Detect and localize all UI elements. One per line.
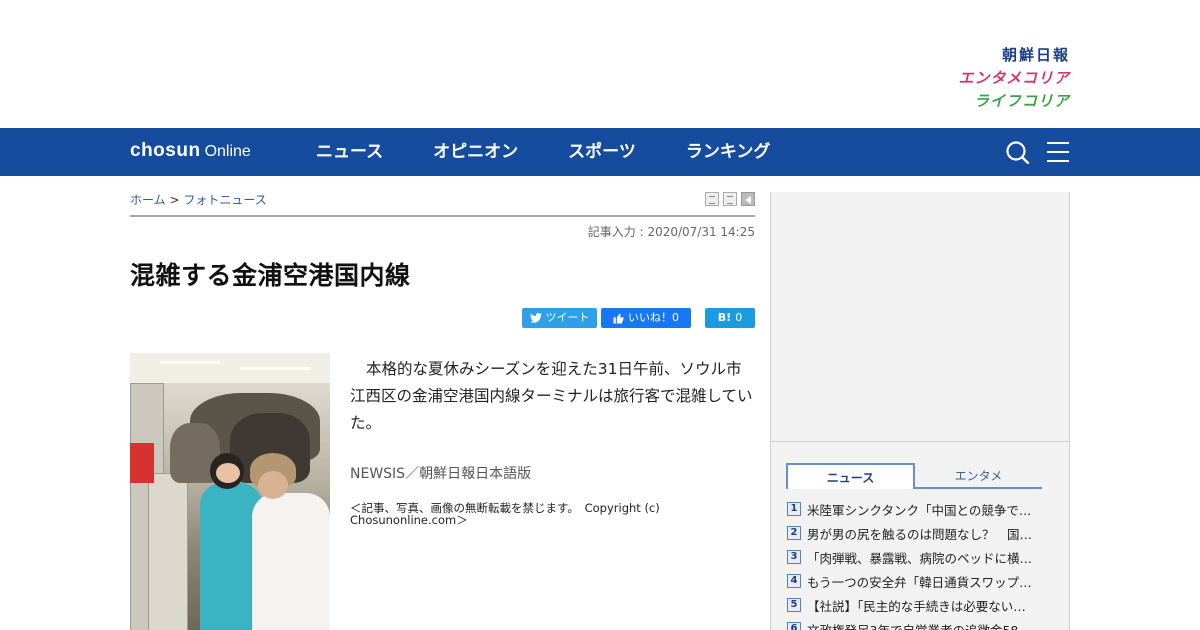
nav-icons <box>1005 140 1071 165</box>
ranking-item[interactable]: 6 文政権発足3年で自営業者の追徴金58… <box>787 617 1049 630</box>
nav-item-sports[interactable]: スポーツ <box>568 128 636 176</box>
nav-item-ranking[interactable]: ランキング <box>686 128 771 176</box>
ranking-item[interactable]: 1 米陸軍シンクタンク「中国との競争で… <box>787 497 1049 521</box>
tweet-button[interactable]: ツイート <box>522 308 597 328</box>
rank-number: 1 <box>787 502 801 516</box>
article-source: NEWSIS／朝鮮日報日本語版 <box>350 466 532 482</box>
ranking-item[interactable]: 5 【社説】「民主的な手続きは必要ない… <box>787 593 1049 617</box>
top-header: 朝鮮日報 エンタメコリア ライフコリア <box>0 0 1200 128</box>
search-icon[interactable] <box>1005 140 1031 165</box>
life-korea-logo[interactable]: ライフコリア <box>958 90 1070 113</box>
ranking-item[interactable]: 4 もう一つの安全弁「韓日通貨スワップ… <box>787 569 1049 593</box>
copyright-notice: ＜記事、写真、画像の無断転載を禁じます。 Copyright (c) Chosu… <box>350 501 660 527</box>
main-navbar: chosun Online ニュース オピニオン スポーツ ランキング <box>0 128 1200 176</box>
article-photo[interactable] <box>130 353 330 630</box>
facebook-like-button[interactable]: いいね！0 <box>601 308 691 328</box>
site-logo-light: Online <box>204 143 251 160</box>
rank-number: 5 <box>787 598 801 612</box>
sidebar: ニュース エンタメ 1 米陸軍シンクタンク「中国との競争で… 2 男が男の尻を触るの… <box>770 192 1070 630</box>
text-view-icon[interactable] <box>723 192 737 206</box>
ranking-title: 文政権発足3年で自営業者の追徴金58… <box>807 622 1031 630</box>
breadcrumb: ホーム > フォトニュース <box>130 191 267 208</box>
ranking-item[interactable]: 2 男が男の尻を触るのは問題なし？ 国… <box>787 521 1049 545</box>
ad-area <box>771 192 1069 442</box>
rank-number: 3 <box>787 550 801 564</box>
chosun-ilbo-logo[interactable]: 朝鮮日報 <box>958 44 1070 67</box>
tweet-label: ツイート <box>545 311 590 324</box>
article-body: 本格的な夏休みシーズンを迎えた31日午前、ソウル市江西区の金浦空港国内線ターミナ… <box>350 360 753 432</box>
rank-number: 6 <box>787 622 801 630</box>
ranking-item[interactable]: 3 「肉弾戦、暴露戦、病院のベッドに横… <box>787 545 1049 569</box>
breadcrumb-home[interactable]: ホーム <box>130 193 166 207</box>
ranking-tabs: ニュース エンタメ <box>786 463 1042 489</box>
breadcrumb-photo-news[interactable]: フォトニュース <box>183 193 266 207</box>
ranking-title: もう一つの安全弁「韓日通貨スワップ… <box>807 574 1032 590</box>
brand-logos: 朝鮮日報 エンタメコリア ライフコリア <box>958 44 1070 113</box>
site-logo[interactable]: chosun Online <box>130 140 251 162</box>
twitter-bird-icon <box>529 313 542 323</box>
entame-korea-logo[interactable]: エンタメコリア <box>958 67 1070 90</box>
article-tools <box>705 192 755 206</box>
like-label: いいね！0 <box>628 311 679 324</box>
hatena-bookmark-button[interactable]: B! 0 <box>705 308 755 328</box>
ranking-list: 1 米陸軍シンクタンク「中国との競争で… 2 男が男の尻を触るのは問題なし？ 国… … <box>787 497 1049 630</box>
hatena-count: 0 <box>735 311 743 324</box>
share-buttons: ツイート いいね！0 B! 0 <box>522 308 755 328</box>
hatena-mark: B! <box>717 311 732 324</box>
hamburger-menu-icon[interactable] <box>1045 140 1071 164</box>
article-date: 記事入力 : 2020/07/31 14:25 <box>587 225 755 239</box>
nav-item-news[interactable]: ニュース <box>316 128 383 176</box>
divider <box>130 215 755 217</box>
print-icon[interactable] <box>705 192 719 206</box>
ranking-title: 米陸軍シンクタンク「中国との競争で… <box>807 502 1032 518</box>
ranking-title: 【社説】「民主的な手続きは必要ない… <box>807 598 1026 614</box>
ranking-title: 男が男の尻を触るのは問題なし？ 国… <box>807 526 1033 542</box>
article-headline: 混雑する金浦空港国内線 <box>130 261 411 290</box>
tab-entame[interactable]: エンタメ <box>915 463 1042 489</box>
rank-number: 4 <box>787 574 801 588</box>
breadcrumb-separator: > <box>165 193 184 207</box>
rank-number: 2 <box>787 526 801 540</box>
nav-menu: ニュース オピニオン スポーツ ランキング <box>316 128 820 176</box>
back-icon[interactable] <box>741 192 755 206</box>
tab-news[interactable]: ニュース <box>786 463 915 489</box>
site-logo-bold: chosun <box>130 140 201 161</box>
nav-item-opinion[interactable]: オピニオン <box>433 128 518 176</box>
thumbs-up-icon <box>613 313 624 323</box>
ranking-title: 「肉弾戦、暴露戦、病院のベッドに横… <box>807 550 1033 566</box>
